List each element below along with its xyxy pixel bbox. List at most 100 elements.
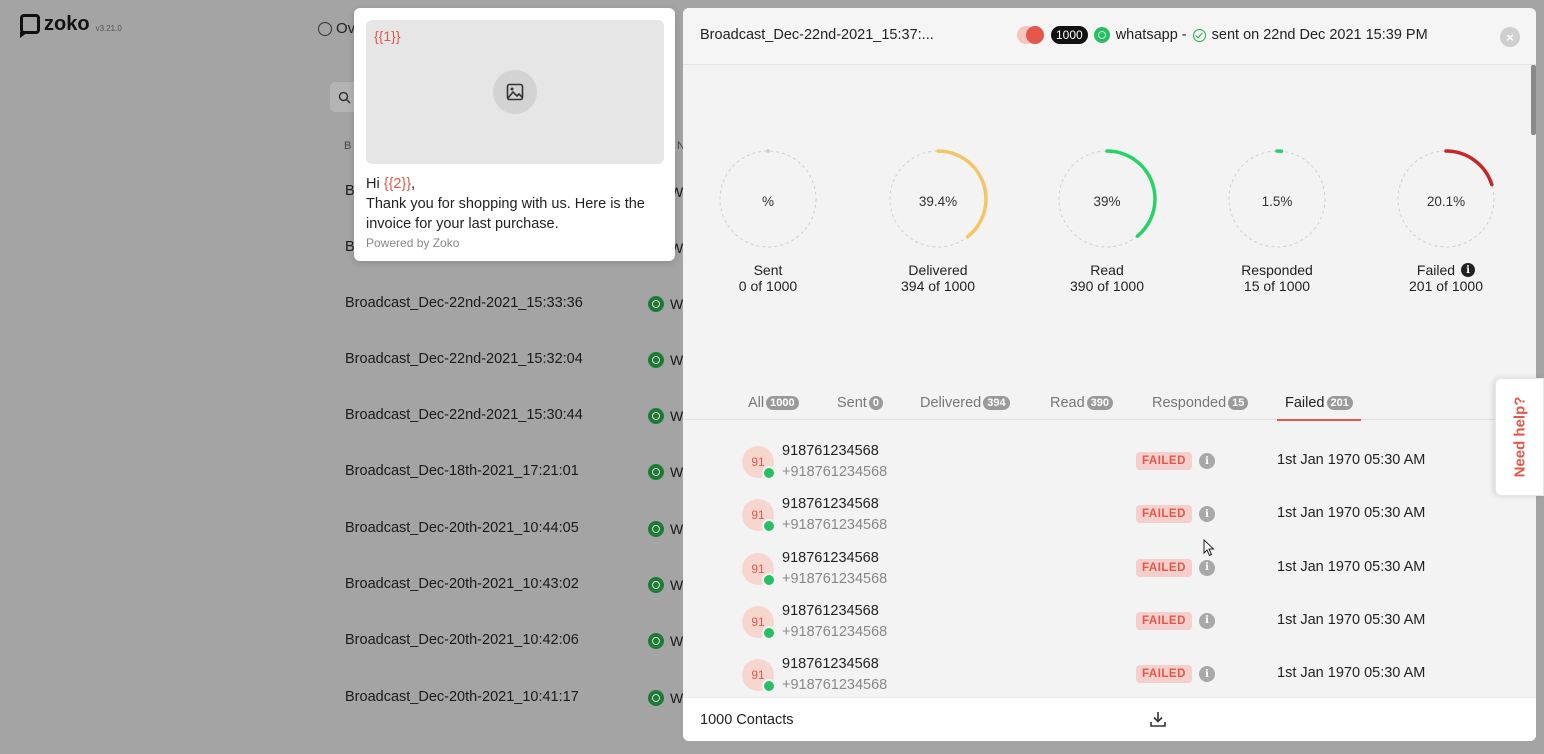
tab-sent[interactable]: Sent 0 (837, 395, 883, 411)
broadcast-row-channel: W (648, 296, 683, 312)
broadcast-row-name[interactable]: Broadcast_Dec-20th-2021_10:41:17 (345, 689, 579, 705)
recipient-avatars (1017, 26, 1044, 44)
contact-row[interactable]: 91 918761234568 +918761234568 FAILED i 1st Ja… (683, 491, 1536, 544)
avatar: 91 (742, 605, 776, 640)
whatsapp-icon (648, 690, 664, 706)
mouse-cursor-icon (1203, 538, 1215, 562)
template-body: Hi {{2}}, Thank you for shopping with us… (366, 174, 666, 234)
channel-label: W (670, 296, 684, 312)
contact-phone: +918761234568 (782, 623, 888, 640)
tab-delivered[interactable]: Delivered 394 (920, 395, 1010, 411)
channel-label: whatsapp - (1115, 27, 1187, 43)
broadcast-row-name[interactable]: Broadcast_Dec-20th-2021_10:44:05 (345, 520, 579, 536)
tab-count-badge: 15 (1228, 396, 1249, 410)
sent-on-label: sent on 22nd Dec 2021 15:39 PM (1211, 27, 1428, 43)
stat-summary: 394 of 1000 (901, 278, 975, 294)
contact-name: 918761234568 (782, 549, 879, 566)
tab-count-badge: 394 (983, 396, 1010, 410)
contact-name: 918761234568 (782, 443, 879, 459)
status-tabs: All 1000 Sent 0 Delivered 394 Read 390 Responded… (683, 390, 1536, 421)
broadcast-row-name[interactable]: Broadcast_Dec-22nd-2021_15:32:04 (345, 351, 583, 367)
contact-name: 918761234568 (782, 656, 879, 673)
broadcast-row-channel: W (648, 464, 683, 480)
broadcast-row-name[interactable]: Broadcast_Dec-20th-2021_10:43:02 (345, 576, 579, 592)
contacts-list: 91 918761234568 +918761234568 FAILED i 1st Ja… (683, 438, 1536, 700)
stat-label-text: Responded (1241, 262, 1313, 278)
avatar-initials: 91 (751, 561, 765, 576)
contact-date: 1st Jan 1970 05:30 AM (1277, 665, 1426, 682)
stat-label-text: Read (1090, 262, 1124, 278)
tab-read[interactable]: Read 390 (1050, 395, 1114, 411)
contact-phone: +918761234568 (782, 677, 888, 694)
info-icon[interactable]: i (1199, 612, 1215, 629)
whatsapp-icon (762, 519, 776, 534)
stat-percent: 20.1% (1426, 194, 1466, 209)
stat-percent: 1.5% (1261, 194, 1293, 209)
avatar-initials: 91 (751, 614, 765, 629)
avatar: 91 (742, 659, 776, 694)
stat-label-text: Failed (1416, 262, 1456, 278)
close-button[interactable]: × (1500, 27, 1520, 47)
broadcast-row-channel: W (648, 577, 683, 593)
broadcast-row-name[interactable]: Broadcast_Dec-18th-2021_17:21:01 (345, 463, 579, 479)
body-text: Thank you for shopping with us. Here is … (366, 196, 645, 232)
whatsapp-icon (648, 633, 664, 649)
template-media-placeholder: {{1}} (366, 20, 664, 164)
contact-row[interactable]: 91 918761234568 +918761234568 FAILED i 1st Ja… (683, 598, 1536, 651)
modal-header: Broadcast_Dec-22nd-2021_15:37:... 1000 w… (683, 8, 1536, 65)
tab-count-badge: 1000 (766, 396, 799, 410)
channel-label: W (670, 464, 684, 480)
recipients-count-badge: 1000 (1051, 26, 1088, 44)
stat-label: Delivered (868, 262, 1008, 278)
contact-row[interactable]: 91 918761234568 +918761234568 FAILED i 1st Ja… (683, 438, 1536, 491)
image-icon[interactable] (493, 70, 537, 114)
name-variable: {{2}} (383, 176, 412, 192)
channel-label: W (670, 690, 684, 706)
info-icon[interactable]: i (1199, 453, 1215, 469)
app-logo[interactable]: zoko v3.21.0 (20, 14, 122, 34)
stat-sent: % Sent 0 of 1000 (698, 148, 838, 294)
column-header-name: B (344, 140, 352, 152)
contact-name: 918761234568 (782, 602, 879, 619)
whatsapp-icon (762, 572, 776, 587)
contact-row[interactable]: 91 918761234568 +918761234568 FAILED i 1st Ja… (683, 545, 1536, 598)
template-footer: Powered by Zoko (366, 236, 460, 250)
need-help-button[interactable]: Need help? (1495, 378, 1544, 496)
status-badge: FAILED (1136, 611, 1192, 630)
status-badge: FAILED (1136, 452, 1192, 470)
broadcast-details-modal: Broadcast_Dec-22nd-2021_15:37:... 1000 w… (683, 8, 1536, 741)
check-circle-icon (1192, 28, 1206, 42)
download-icon[interactable] (1149, 710, 1167, 733)
whatsapp-icon (648, 296, 664, 312)
stat-delivered: 39.4% Delivered 394 of 1000 (868, 148, 1008, 294)
info-icon[interactable]: i (1199, 506, 1215, 523)
tab-all[interactable]: All 1000 (748, 395, 799, 411)
tab-responded[interactable]: Responded 15 (1152, 395, 1249, 411)
tab-label: Responded (1152, 395, 1227, 411)
avatar-initials: 91 (751, 455, 765, 469)
scrollbar-thumb[interactable] (1531, 65, 1536, 135)
status-badge: FAILED (1136, 665, 1192, 684)
logo-icon (20, 14, 40, 34)
avatar-initials: 91 (751, 508, 765, 523)
stat-label: Sent (698, 262, 838, 278)
whatsapp-icon (1093, 27, 1110, 43)
broadcast-row-name[interactable]: Broadcast_Dec-20th-2021_10:42:06 (345, 632, 579, 648)
broadcast-row-name[interactable]: Broadcast_Dec-22nd-2021_15:30:44 (345, 407, 583, 423)
whatsapp-icon (762, 625, 776, 640)
stat-summary: 201 of 1000 (1409, 278, 1483, 294)
tab-failed[interactable]: Failed 201 (1277, 395, 1361, 421)
channel-label: W (670, 408, 684, 424)
app-version: v3.21.0 (95, 24, 122, 33)
status-badge: FAILED (1136, 558, 1192, 577)
info-icon[interactable]: i (1461, 263, 1476, 277)
tab-label: Delivered (920, 395, 982, 411)
nav-option-radio[interactable]: Ov (318, 20, 355, 37)
broadcast-row-name[interactable]: Broadcast_Dec-22nd-2021_15:33:36 (345, 295, 583, 311)
stat-percent: % (761, 194, 774, 209)
template-preview-popover: {{1}} Hi {{2}}, Thank you for shopping w… (354, 8, 675, 261)
info-icon[interactable]: i (1199, 666, 1215, 683)
stat-label: Read (1037, 262, 1177, 278)
broadcast-row-channel: W (648, 521, 683, 537)
contact-name: 918761234568 (782, 496, 879, 513)
